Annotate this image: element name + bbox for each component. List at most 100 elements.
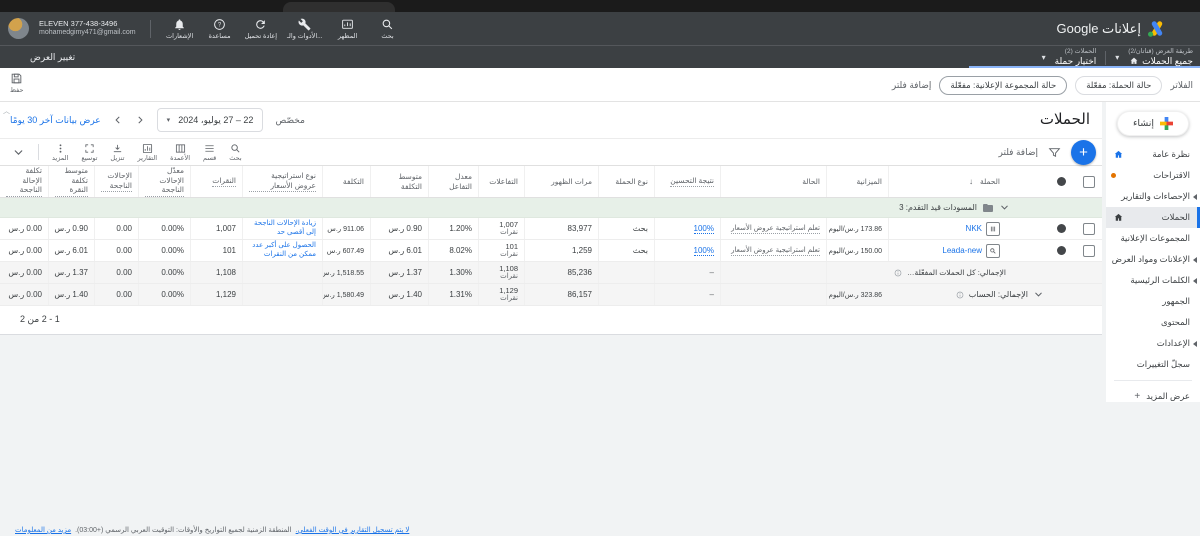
sidebar-item-insights-reports[interactable]: الإحصاءات والتقارير — [1106, 186, 1200, 207]
header-interaction-rate[interactable]: معدل التفاعل — [428, 166, 478, 197]
chevron-down-icon[interactable]: ▾ — [1115, 53, 1119, 62]
scope-campaign-picker[interactable]: الحملات (2) اختيار حملة — [1055, 48, 1097, 67]
chevron-down-icon[interactable] — [999, 202, 1010, 213]
header-campaign[interactable]: الحملة↓ — [888, 166, 1046, 197]
sidebar-item-show-more[interactable]: عرض المزيد + — [1106, 386, 1200, 407]
download-button[interactable]: تنزيل — [110, 143, 124, 162]
opt-score-link[interactable]: 100% — [694, 224, 714, 234]
bid-strategy-link[interactable]: الحصول على أكبر عدد ممكن من النقرات — [249, 242, 316, 260]
cell-interaction-rate: 8.02% — [449, 246, 472, 255]
more-button[interactable]: المزيد — [52, 143, 68, 162]
expand-button[interactable]: توسيع — [81, 143, 97, 162]
status-circle-header[interactable] — [1057, 177, 1066, 186]
table-row: NKK 173.86 ر.س/اليوم تعلم استراتيجية عرو… — [0, 218, 1102, 240]
header-avg-cost[interactable]: متوسط التكلفة — [370, 166, 428, 197]
cell-campaign-type: بحث — [633, 224, 648, 233]
header-conversions[interactable]: الإحالات الناجحة — [94, 166, 138, 197]
header-cost-per-conv[interactable]: تكلفة الإحالة الناجحة — [0, 166, 48, 197]
row-checkbox[interactable] — [1083, 223, 1095, 235]
sidebar-item-change-history[interactable]: سجلّ التغييرات — [1106, 354, 1200, 375]
budget-value: 150.00 ر.س/اليوم — [829, 247, 882, 255]
scope-all-campaigns[interactable]: طريقة العرض (قناتان/2) جميع الحملات — [1128, 48, 1193, 67]
status-text[interactable]: تعلم استراتيجية عروض الأسعار — [731, 246, 820, 256]
row-checkbox[interactable] — [1083, 245, 1095, 257]
header-status[interactable]: الحالة — [720, 166, 826, 197]
account-avatar[interactable] — [8, 18, 29, 39]
browser-tab[interactable] — [283, 2, 395, 12]
chevron-left-icon[interactable] — [113, 115, 123, 125]
footer-more-info-link[interactable]: مزيد من المعلومات — [15, 526, 71, 534]
header-budget[interactable]: الميزانية — [826, 166, 888, 197]
campaign-link[interactable]: NKK — [966, 224, 982, 233]
filter-pill-campaign-status[interactable]: حالة الحملة: مفعّلة — [1075, 76, 1162, 95]
help-icon: ? — [213, 18, 226, 31]
status-circle[interactable] — [1057, 224, 1066, 233]
segment-button[interactable]: قسم — [203, 143, 216, 162]
divider — [150, 20, 151, 38]
budget-value: 323.86 ر.س/اليوم — [829, 291, 882, 299]
show-last-30-link[interactable]: عرض بيانات آخر 30 يومًا — [10, 115, 101, 126]
cell-avg-cpc: 0.90 ر.س — [54, 224, 88, 233]
drafts-row[interactable]: المسودات قيد التقدم: 3 — [0, 198, 1102, 218]
columns-button[interactable]: الأعمدة — [170, 143, 190, 162]
date-range-picker[interactable]: ▾ 22 – 27 يوليو، 2024 — [157, 108, 264, 132]
header-bid-strategy[interactable]: نوع استراتيجية عروض الأسعار — [242, 166, 322, 197]
table-search-button[interactable]: بحث — [229, 143, 241, 162]
filter-strip: حفظ الفلاتر حالة الحملة: مفعّلة حالة الم… — [0, 68, 1200, 102]
info-icon[interactable] — [956, 291, 964, 299]
top-app-bar: ELEVEN 377-438-3496 mohamedgimy471@gmail… — [0, 12, 1200, 45]
sidebar-nav: إنشاء نظرة عامة الاقتراحات الإحصاءات وال… — [1106, 102, 1200, 402]
appearance-button[interactable]: المظهر — [333, 18, 363, 40]
sidebar-items: نظرة عامة الاقتراحات الإحصاءات والتقارير… — [1106, 144, 1200, 407]
search-button[interactable]: بحث — [373, 18, 403, 40]
sidebar-item-ad-groups[interactable]: المجموعات الإعلانية — [1106, 228, 1200, 249]
chevron-right-icon[interactable] — [135, 115, 145, 125]
sidebar-item-recommendations[interactable]: الاقتراحات — [1106, 165, 1200, 186]
sidebar-item-settings[interactable]: الإعدادات — [1106, 333, 1200, 354]
header-conv-rate[interactable]: معدّل الإحالات الناجحة — [138, 166, 190, 197]
campaign-link[interactable]: Leada-new — [942, 246, 982, 255]
save-button[interactable]: حفظ — [10, 72, 23, 94]
sidebar-item-content[interactable]: المحتوى — [1106, 312, 1200, 333]
filter-pill-adgroup-status[interactable]: حالة المجموعة الإعلانية: مفعّلة — [939, 76, 1067, 95]
select-all-checkbox[interactable] — [1083, 176, 1095, 188]
add-campaign-button[interactable]: + — [1071, 140, 1096, 165]
status-text[interactable]: تعلم استراتيجية عروض الأسعار — [731, 224, 820, 234]
status-circle[interactable] — [1057, 246, 1066, 255]
cell-conv-rate: 0.00% — [161, 224, 184, 233]
footer-note: لا يتم تسجيل التقارير في الوقت الفعلي. ا… — [15, 526, 409, 534]
chevron-down-icon[interactable] — [1033, 289, 1044, 300]
reload-button[interactable]: إعادة تحميل — [245, 18, 277, 40]
sidebar-item-audiences[interactable]: الجمهور — [1106, 291, 1200, 312]
account-info[interactable]: ELEVEN 377-438-3496 mohamedgimy471@gmail… — [39, 19, 136, 37]
notifications-button[interactable]: الإشعارات — [165, 18, 195, 40]
cell-cost-per-conv: 0.00 ر.س — [8, 268, 42, 277]
header-cost[interactable]: التكلفة — [322, 166, 370, 197]
reports-button[interactable]: التقارير — [138, 143, 158, 162]
sidebar-item-overview[interactable]: نظرة عامة — [1106, 144, 1200, 165]
header-interactions[interactable]: التفاعلات — [478, 166, 524, 197]
sidebar-item-ads-assets[interactable]: الإعلانات ومواد العرض — [1106, 249, 1200, 270]
header-impressions[interactable]: مرات الظهور — [524, 166, 598, 197]
header-campaign-type[interactable]: نوع الحملة — [598, 166, 654, 197]
sidebar-item-keywords[interactable]: الكلمات الرئيسية — [1106, 270, 1200, 291]
filter-funnel-icon[interactable] — [1048, 146, 1061, 159]
opt-score-link[interactable]: 100% — [694, 246, 714, 256]
header-clicks[interactable]: النقرات — [190, 166, 242, 197]
sidebar-item-campaigns[interactable]: الحملات — [1106, 207, 1200, 228]
bid-strategy-link[interactable]: زيادة الإحالات الناجحة إلى أقصى حد — [249, 220, 316, 238]
header-opt-score[interactable]: نتيجة التحسين — [654, 166, 720, 197]
tools-button[interactable]: الأدوات والـ... — [287, 18, 323, 40]
collapse-toolbar-chevron[interactable] — [12, 146, 25, 159]
chevron-down-icon[interactable]: ▾ — [1042, 53, 1046, 62]
create-button[interactable]: إنشاء — [1117, 111, 1189, 136]
cell-avg-cost: 1.40 ر.س — [388, 290, 422, 299]
add-filter-link[interactable]: إضافة فلتر — [892, 80, 931, 91]
help-button[interactable]: ? مساعدة — [205, 18, 235, 40]
footer-realtime-link[interactable]: لا يتم تسجيل التقارير في الوقت الفعلي. — [296, 526, 410, 534]
toolbar-add-filter[interactable]: إضافة فلتر — [999, 147, 1038, 158]
info-icon[interactable] — [894, 269, 902, 277]
filters-label: الفلاتر — [1170, 80, 1193, 91]
change-view-button[interactable]: تغيير العرض — [30, 52, 75, 63]
header-avg-cpc[interactable]: متوسط تكلفة النقرة — [48, 166, 94, 197]
